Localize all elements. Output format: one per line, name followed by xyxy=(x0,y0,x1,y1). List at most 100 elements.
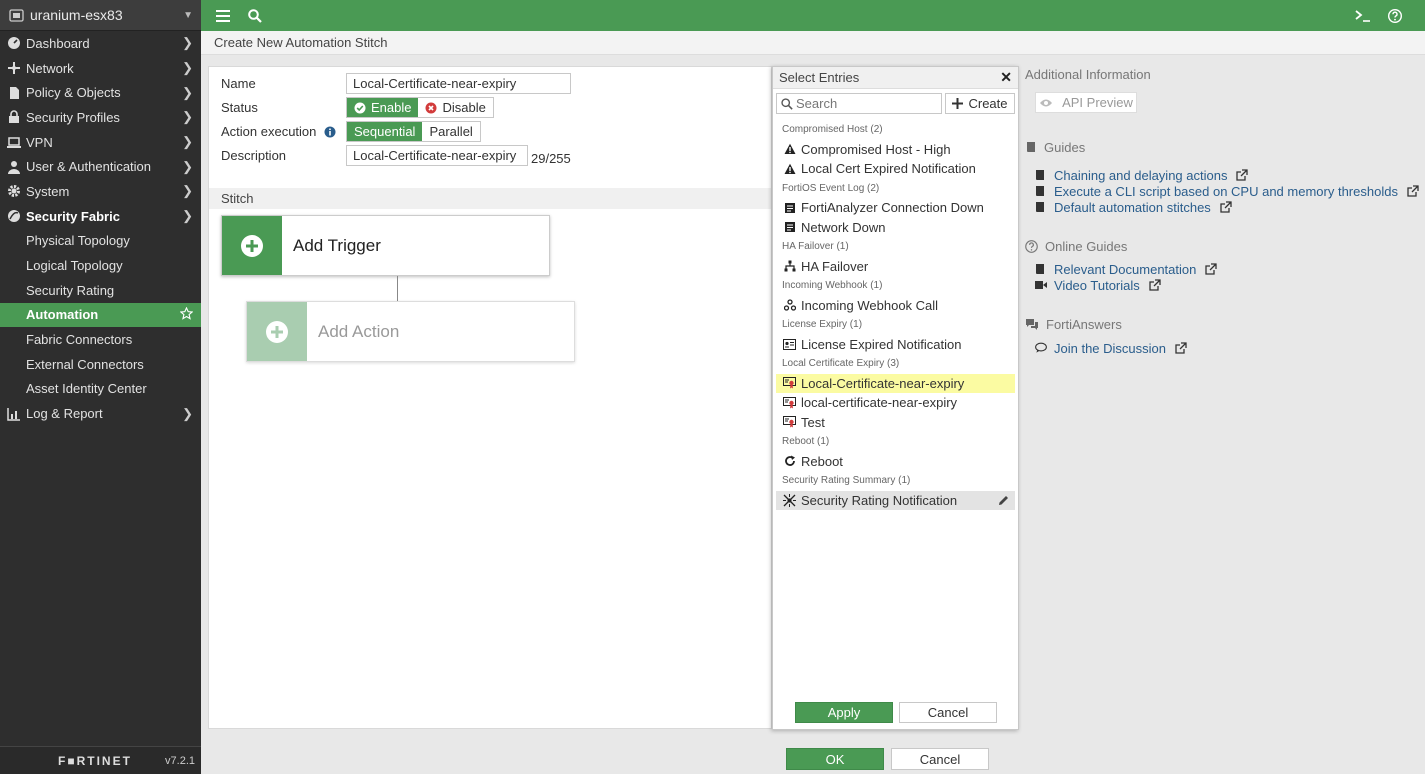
search-input[interactable]: Search xyxy=(776,93,942,114)
disable-button[interactable]: Disable xyxy=(418,98,493,117)
name-input[interactable] xyxy=(346,73,571,94)
sequential-button[interactable]: Sequential xyxy=(347,122,423,141)
nav-automation[interactable]: Automation xyxy=(0,302,201,328)
guide-link-cli-script[interactable]: Execute a CLI script based on CPU and me… xyxy=(1035,183,1419,199)
disable-label: Disable xyxy=(442,100,486,115)
book-icon xyxy=(1035,185,1047,197)
add-trigger-card[interactable]: Add Trigger xyxy=(221,215,550,276)
nav-external-connectors[interactable]: External Connectors xyxy=(0,352,201,377)
external-link-icon xyxy=(1407,185,1419,197)
entry-item[interactable]: HA Failover xyxy=(776,257,1015,277)
entry-item[interactable]: Network Down xyxy=(776,218,1015,238)
device-selector[interactable]: uranium-esx83 ▼ xyxy=(0,0,201,31)
entry-item[interactable]: Test xyxy=(776,413,1015,433)
entry-label: Compromised Host - High xyxy=(801,141,951,157)
guides-title-text: Guides xyxy=(1044,139,1086,155)
description-counter: 29/255 xyxy=(531,151,571,166)
enable-button[interactable]: Enable xyxy=(347,98,419,117)
nav-security-fabric[interactable]: Security Fabric ❯ xyxy=(0,204,201,229)
dashboard-icon xyxy=(6,35,22,51)
join-discussion-link[interactable]: Join the Discussion xyxy=(1035,340,1187,356)
star-icon[interactable] xyxy=(179,306,194,323)
guide-link-default-stitches[interactable]: Default automation stitches xyxy=(1035,199,1419,215)
entries-list: Compromised Host (2) Compromised Host - H… xyxy=(776,120,1015,510)
online-link-documentation[interactable]: Relevant Documentation xyxy=(1035,261,1218,277)
stitch-connector xyxy=(397,276,398,301)
parallel-button[interactable]: Parallel xyxy=(422,122,480,141)
certificate-icon xyxy=(783,416,796,429)
entry-item[interactable]: Reboot xyxy=(776,452,1015,472)
certificate-icon xyxy=(783,396,796,409)
fortianswers-section: FortiAnswers Join the Discussion xyxy=(1025,316,1187,356)
online-link-video-tutorials[interactable]: Video Tutorials xyxy=(1035,277,1217,293)
chevron-down-icon: ▼ xyxy=(183,9,193,21)
certificate-icon xyxy=(783,377,796,390)
info-icon[interactable] xyxy=(324,126,336,138)
guide-link-label: Default automation stitches xyxy=(1054,199,1211,215)
log-icon xyxy=(783,221,796,234)
entry-item[interactable]: Local Cert Expired Notification xyxy=(776,159,1015,179)
entry-label: Local-Certificate-near-expiry xyxy=(801,375,965,391)
nav-fabric-connectors[interactable]: Fabric Connectors xyxy=(0,327,201,352)
external-link-icon xyxy=(1149,279,1161,291)
online-link-label: Relevant Documentation xyxy=(1054,261,1197,277)
entry-item[interactable]: License Expired Notification xyxy=(776,335,1015,355)
guide-link-chaining[interactable]: Chaining and delaying actions xyxy=(1035,167,1419,183)
entry-item[interactable]: Incoming Webhook Call xyxy=(776,296,1015,316)
entry-item[interactable]: Local-Certificate-near-expiry xyxy=(776,373,1015,393)
nav-vpn[interactable]: VPN ❯ xyxy=(0,130,201,155)
top-bar xyxy=(201,0,1425,31)
device-name: uranium-esx83 xyxy=(30,7,123,23)
online-guides-title: Online Guides xyxy=(1025,238,1217,254)
help-icon[interactable] xyxy=(1383,4,1407,28)
external-link-icon xyxy=(1205,263,1218,275)
entry-group-label: Reboot (1) xyxy=(782,436,830,448)
add-action-card[interactable]: Add Action xyxy=(246,301,575,362)
entry-group-label: License Expiry (1) xyxy=(782,319,863,331)
entry-label: HA Failover xyxy=(801,258,869,274)
apply-button[interactable]: Apply xyxy=(795,702,893,723)
menu-icon[interactable] xyxy=(211,4,235,28)
entry-item[interactable]: local-certificate-near-expiry xyxy=(776,393,1015,413)
search-icon xyxy=(781,97,793,110)
online-guides-title-text: Online Guides xyxy=(1045,238,1128,254)
nav-label: Logical Topology xyxy=(26,258,123,274)
nav-network[interactable]: Network ❯ xyxy=(0,56,201,81)
entry-item[interactable]: FortiAnalyzer Connection Down xyxy=(776,198,1015,218)
nav-security-rating[interactable]: Security Rating xyxy=(0,278,201,303)
cli-console-icon[interactable] xyxy=(1351,4,1375,28)
nav-label: Network xyxy=(26,60,74,76)
entry-item[interactable]: Compromised Host - High xyxy=(776,140,1015,160)
entry-group-label: Local Certificate Expiry (3) xyxy=(782,358,900,370)
nav-user-authentication[interactable]: User & Authentication ❯ xyxy=(0,154,201,179)
nav-label: Log & Report xyxy=(26,406,103,422)
close-icon[interactable]: ✕ xyxy=(1000,69,1012,86)
ok-button[interactable]: OK xyxy=(786,748,884,770)
create-button[interactable]: Create xyxy=(945,93,1015,114)
sitemap-icon xyxy=(783,260,796,273)
entry-label: Network Down xyxy=(801,219,886,235)
nav-policy-objects[interactable]: Policy & Objects ❯ xyxy=(0,80,201,105)
add-trigger-label: Add Trigger xyxy=(293,235,381,255)
description-input[interactable] xyxy=(346,145,528,166)
fortianswers-title-text: FortiAnswers xyxy=(1046,316,1122,332)
pencil-icon[interactable] xyxy=(998,495,1009,506)
warning-icon xyxy=(783,143,796,156)
gear-icon xyxy=(6,183,22,199)
nav-system[interactable]: System ❯ xyxy=(0,179,201,204)
select-cancel-button[interactable]: Cancel xyxy=(899,702,997,723)
search-icon[interactable] xyxy=(243,4,267,28)
status-label: Status xyxy=(221,100,258,115)
nav-physical-topology[interactable]: Physical Topology xyxy=(0,229,201,254)
entry-label: Local Cert Expired Notification xyxy=(801,161,976,177)
nav-asset-identity-center[interactable]: Asset Identity Center xyxy=(0,377,201,402)
chevron-right-icon: ❯ xyxy=(182,84,193,100)
cancel-button[interactable]: Cancel xyxy=(891,748,989,770)
nav-security-profiles[interactable]: Security Profiles ❯ xyxy=(0,105,201,130)
entry-item[interactable]: Security Rating Notification xyxy=(776,490,1015,510)
api-preview-button[interactable]: API Preview xyxy=(1035,92,1137,113)
nav-dashboard[interactable]: Dashboard ❯ xyxy=(0,31,201,56)
nav-log-report[interactable]: Log & Report ❯ xyxy=(0,401,201,426)
entry-label: Test xyxy=(801,414,825,430)
nav-logical-topology[interactable]: Logical Topology xyxy=(0,253,201,278)
